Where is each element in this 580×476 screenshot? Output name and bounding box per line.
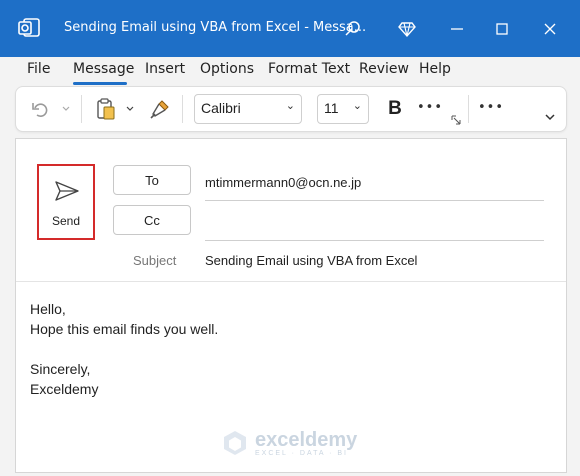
body-line: Hope this email finds you well. (30, 321, 219, 337)
body-line (30, 339, 218, 359)
minimize-icon[interactable] (445, 17, 469, 41)
diamond-premium-icon[interactable] (395, 17, 419, 41)
paste-icon[interactable] (94, 97, 118, 121)
font-size-dropdown[interactable]: 11 ⌄ (317, 94, 369, 124)
menu-message[interactable]: Message (73, 61, 134, 77)
cc-button[interactable]: Cc (113, 205, 191, 235)
more-formatting-button[interactable]: ••• (417, 95, 443, 119)
window-title: Sending Email using VBA from Excel - Mes… (64, 20, 367, 35)
ribbon-toolbar: Calibri ⌄ 11 ⌄ B ••• ••• (15, 86, 567, 132)
to-button[interactable]: To (113, 165, 191, 195)
menu-review[interactable]: Review (359, 61, 409, 77)
watermark-title: exceldemy (255, 429, 358, 451)
outlook-app-icon (16, 15, 42, 41)
body-line: Exceldemy (30, 381, 99, 397)
font-size-value: 11 (324, 100, 339, 116)
font-name-dropdown[interactable]: Calibri ⌄ (194, 94, 302, 124)
active-tab-indicator (73, 82, 127, 85)
body-line: Sincerely, (30, 361, 91, 377)
menu-options[interactable]: Options (200, 61, 254, 77)
expand-ribbon-chevron-icon[interactable] (542, 109, 558, 125)
ribbon-separator (468, 95, 469, 123)
watermark-subtitle: EXCEL · DATA · BI (255, 450, 348, 457)
body-line: Hello, (30, 301, 66, 317)
exceldemy-logo-icon (224, 431, 246, 455)
close-icon[interactable] (538, 17, 562, 41)
maximize-icon[interactable] (490, 17, 514, 41)
menu-bar: File Message Insert Options Format Text … (0, 57, 580, 85)
send-label: Send (51, 214, 81, 228)
dialog-launcher-icon[interactable] (451, 115, 461, 125)
bold-button[interactable]: B (383, 95, 407, 123)
cc-field-underline (205, 240, 544, 241)
subject-label: Subject (133, 253, 177, 268)
header-body-divider (16, 281, 566, 282)
ribbon-separator (81, 95, 82, 123)
chevron-down-icon: ⌄ (352, 100, 362, 112)
undo-dropdown-chevron-icon[interactable] (60, 101, 72, 117)
menu-help[interactable]: Help (419, 61, 451, 77)
subject-field[interactable]: Sending Email using VBA from Excel (205, 253, 417, 268)
to-field-underline (205, 200, 544, 201)
send-icon (54, 180, 80, 206)
message-body[interactable]: Hello, Hope this email finds you well. S… (30, 299, 218, 399)
exceldemy-watermark: exceldemy EXCEL · DATA · BI (221, 429, 357, 457)
paste-dropdown-chevron-icon[interactable] (124, 101, 136, 117)
chevron-down-icon: ⌄ (285, 100, 295, 112)
compose-pane: Send To mtimmermann0@ocn.ne.jp Cc Subjec… (15, 138, 567, 473)
search-icon[interactable] (341, 17, 365, 41)
menu-file[interactable]: File (27, 61, 50, 77)
font-name-value: Calibri (201, 100, 241, 116)
undo-icon[interactable] (28, 97, 52, 121)
send-button[interactable]: Send (37, 164, 95, 240)
title-bar: Sending Email using VBA from Excel - Mes… (0, 0, 580, 57)
menu-format-text[interactable]: Format Text (268, 61, 350, 77)
to-field[interactable]: mtimmermann0@ocn.ne.jp (205, 175, 361, 190)
format-painter-icon[interactable] (148, 97, 172, 121)
ribbon-separator (182, 95, 183, 123)
cc-field[interactable] (205, 215, 544, 233)
menu-insert[interactable]: Insert (145, 61, 185, 77)
more-commands-button[interactable]: ••• (478, 95, 504, 119)
